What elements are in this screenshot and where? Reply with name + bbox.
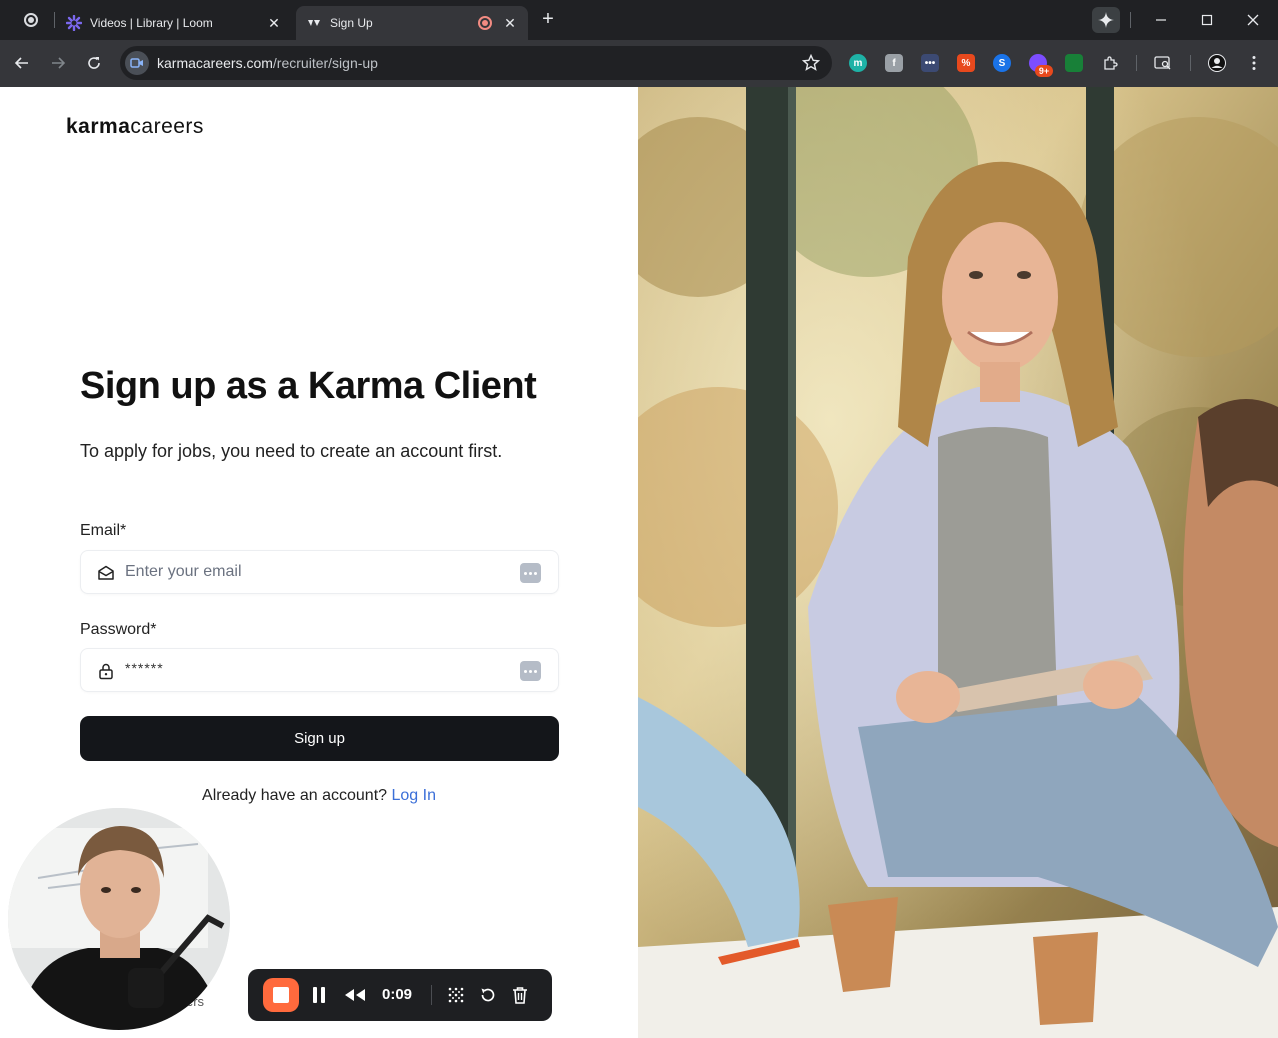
tab-close-icon[interactable]: ✕ xyxy=(502,15,518,31)
tab-title: Sign Up xyxy=(330,16,373,30)
extension-blue-icon[interactable]: S xyxy=(993,54,1011,72)
url-text: karmacareers.com/recruiter/sign-up xyxy=(157,55,378,71)
browser-tab-bar: Videos | Library | Loom ✕ Sign Up ✕ + xyxy=(0,0,1278,40)
stop-recording-button[interactable] xyxy=(263,978,299,1012)
password-label: Password* xyxy=(80,621,157,638)
logo-light: careers xyxy=(130,115,204,138)
recording-controls: 0:09 xyxy=(248,969,552,1021)
recording-indicator-icon[interactable] xyxy=(22,11,40,29)
bookmark-star-icon[interactable] xyxy=(801,53,821,72)
lock-icon xyxy=(97,662,115,680)
recorder-separator xyxy=(431,985,432,1005)
rewind-icon[interactable] xyxy=(343,983,367,1007)
new-tab-button[interactable]: + xyxy=(538,9,558,30)
password-field[interactable]: ****** xyxy=(80,648,559,692)
extension-dots-icon[interactable]: ••• xyxy=(921,54,939,72)
recording-timer: 0:09 xyxy=(382,986,413,1003)
reload-icon[interactable] xyxy=(83,52,105,74)
trash-icon[interactable] xyxy=(508,983,532,1007)
loom-favicon-icon xyxy=(66,15,82,31)
email-placeholder: Enter your email xyxy=(125,563,242,580)
window-separator xyxy=(1130,12,1131,28)
drawing-grid-icon[interactable] xyxy=(444,983,468,1007)
logo-bold: karma xyxy=(66,115,131,138)
password-value: ****** xyxy=(125,660,164,676)
back-arrow-icon[interactable] xyxy=(11,52,33,74)
page-content: karmacareers Sign up as a Karma Client T… xyxy=(0,87,1278,1038)
extension-f-icon[interactable]: f xyxy=(885,54,903,72)
extension-badge: 9+ xyxy=(1035,65,1053,77)
karma-careers-logo[interactable]: karmacareers xyxy=(66,115,204,139)
password-manager-icon[interactable] xyxy=(520,661,541,681)
gemini-sparkle-icon[interactable] xyxy=(1092,7,1120,33)
profile-avatar[interactable] xyxy=(1208,54,1226,72)
tab-loom-library[interactable]: Videos | Library | Loom ✕ xyxy=(56,6,292,40)
log-in-link[interactable]: Log In xyxy=(391,787,435,804)
forward-arrow-icon[interactable] xyxy=(47,52,69,74)
sign-up-button[interactable]: Sign up xyxy=(80,716,559,761)
tab-title: Videos | Library | Loom xyxy=(90,16,213,30)
page-title: Sign up as a Karma Client xyxy=(80,365,537,407)
password-manager-icon[interactable] xyxy=(520,563,541,583)
toolbar-separator xyxy=(1136,55,1137,71)
extension-orange-icon[interactable]: % xyxy=(957,54,975,72)
webcam-bubble[interactable] xyxy=(8,808,230,1030)
browser-toolbar: karmacareers.com/recruiter/sign-up m f •… xyxy=(0,40,1278,87)
maximize-icon[interactable] xyxy=(1195,8,1219,32)
login-prompt: Already have an account? Log In xyxy=(0,787,638,805)
email-label: Email* xyxy=(80,522,127,539)
tab-separator xyxy=(54,12,55,28)
page-subtitle: To apply for jobs, you need to create an… xyxy=(80,441,503,461)
restart-icon[interactable] xyxy=(476,983,500,1007)
karma-favicon-icon xyxy=(306,15,322,31)
tab-recording-icon xyxy=(478,16,492,30)
toolbar-separator xyxy=(1190,55,1191,71)
more-menu-icon[interactable] xyxy=(1245,54,1263,72)
close-window-icon[interactable] xyxy=(1241,8,1265,32)
envelope-icon xyxy=(97,564,115,582)
tab-sign-up[interactable]: Sign Up ✕ xyxy=(296,6,528,40)
email-field[interactable]: Enter your email xyxy=(80,550,559,594)
login-prompt-text: Already have an account? xyxy=(202,787,388,804)
minimize-icon[interactable] xyxy=(1149,8,1173,32)
url-host: karmacareers.com xyxy=(157,55,273,71)
pause-icon[interactable] xyxy=(307,983,331,1007)
extensions-puzzle-icon[interactable] xyxy=(1101,54,1119,72)
url-path: /recruiter/sign-up xyxy=(272,55,378,71)
site-info-icon[interactable] xyxy=(125,51,149,75)
hero-photo xyxy=(638,87,1278,1038)
address-bar[interactable]: karmacareers.com/recruiter/sign-up xyxy=(120,46,832,80)
extension-chat-icon[interactable] xyxy=(1065,54,1083,72)
tab-close-icon[interactable]: ✕ xyxy=(266,15,282,31)
extension-m-icon[interactable]: m xyxy=(849,54,867,72)
tab-search-icon[interactable] xyxy=(1154,54,1172,72)
